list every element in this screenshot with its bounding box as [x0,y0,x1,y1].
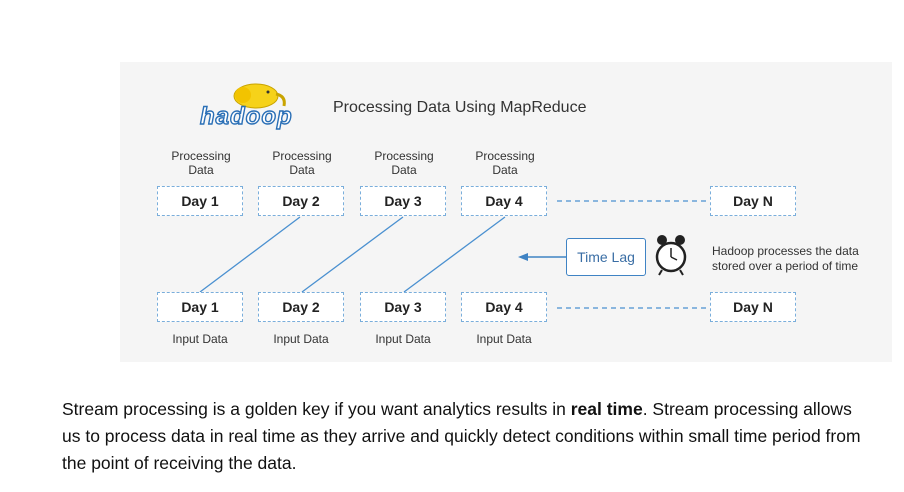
diagonal-line [199,216,301,293]
input-data-label: Input Data [375,332,431,346]
time-lag-box: Time Lag [566,238,646,276]
input-day-box: Day 1 [157,292,243,322]
processing-day-box: Day 4 [461,186,547,216]
input-day-box: Day 4 [461,292,547,322]
input-data-label: Input Data [172,332,228,346]
paragraph-text: Stream processing is a golden key if you… [62,399,571,419]
input-day-box: Day 3 [360,292,446,322]
paragraph-bold-text: real time [570,399,643,419]
diagonal-line [301,216,404,293]
hadoop-note: Hadoop processes the data stored over a … [712,244,859,273]
input-data-label: Input Data [273,332,329,346]
input-day-box: Day N [710,292,796,322]
input-day-box: Day 2 [258,292,344,322]
processing-day-box: Day 2 [258,186,344,216]
processing-day-box: Day 1 [157,186,243,216]
processing-day-box: Day N [710,186,796,216]
processing-day-box: Day 3 [360,186,446,216]
arrow-head-icon [518,253,528,261]
diagonal-line [403,216,506,293]
input-data-label: Input Data [476,332,532,346]
alarm-clock-icon [655,235,687,276]
description-paragraph: Stream processing is a golden key if you… [62,396,862,477]
